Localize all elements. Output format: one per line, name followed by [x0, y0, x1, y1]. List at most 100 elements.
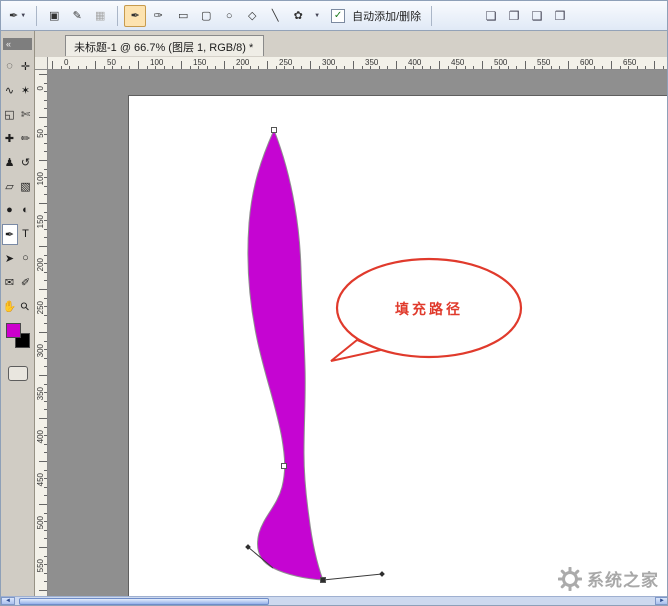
ruler-tick [44, 323, 47, 325]
ruler-tick [44, 564, 47, 566]
ruler-tick [44, 581, 47, 583]
blur-tool[interactable]: ● [2, 200, 18, 221]
brush-tool[interactable]: ✏ [18, 128, 34, 149]
rectangular-marquee-tool[interactable]: ◌ [2, 56, 18, 77]
ruler-tick [44, 108, 47, 110]
rectangular-marquee-tool-icon: ◌ [6, 60, 13, 72]
ruler-tick [559, 66, 561, 69]
quick-mask-mode-button[interactable] [7, 366, 28, 381]
crop-tool[interactable]: ◱ [2, 104, 18, 125]
rounded-rectangle-tool-button[interactable]: ▢ [195, 5, 217, 27]
ruler-tick [249, 66, 251, 69]
pasteboard[interactable] [48, 70, 667, 598]
photoshop-window: ✒ ▼ ▣ ✎ ▦ ✒ ✑ ▭ ▢ ○ ◇ ╲ ✿ ▼ ✓ 自动添加/删除 ❏ ❐ ❑ ❒ 未标题-1… [0, 0, 668, 606]
polygon-tool-button[interactable]: ◇ [241, 5, 263, 27]
ellipse-shape-tool[interactable]: ○ [18, 248, 34, 269]
ruler-tick [662, 66, 664, 69]
lasso-tool[interactable]: ∿ [2, 80, 18, 101]
horizontal-ruler[interactable]: 0 50 100 150 200 250 300 350 400 450 500 550 600 650 [48, 57, 667, 70]
magic-wand-tool[interactable]: ✶ [18, 80, 34, 101]
vertical-ruler[interactable]: 0 50 100 150 200 250 300 350 400 450 500 550 [35, 70, 48, 598]
line-tool-button[interactable]: ╲ [264, 5, 286, 27]
hand-tool-icon: ✋ [2, 300, 17, 313]
ruler-number: 600 [580, 58, 594, 67]
ruler-tick [482, 61, 483, 69]
ruler-tick [44, 452, 47, 454]
custom-shape-tool-button[interactable]: ✿ [287, 5, 309, 27]
healing-brush-tool[interactable]: ✚ [2, 128, 18, 149]
canvas-page[interactable] [129, 96, 667, 598]
dodge-tool[interactable]: ◐ [18, 200, 34, 221]
pen-icon: ✒ [9, 10, 19, 22]
subtract-path-area-button[interactable]: ❐ [503, 5, 525, 27]
shape-layers-button[interactable]: ▣ [43, 5, 65, 27]
eyedropper-tool[interactable]: ✐ [18, 272, 34, 293]
ruler-tick [44, 469, 47, 471]
ruler-tick [215, 66, 217, 69]
toolbox-tools: ◌ ✛ ∿ ✶ ◱ ✄ ✚ ✏ ♟ ↺ ▱ ▧ ● ◐ ✒ T ➤ ○ ✉ ✐ ✋ ⚲ [1, 54, 34, 318]
shape-button-group: ▭ ▢ ○ ◇ ╲ ✿ [172, 5, 309, 27]
move-tool[interactable]: ✛ [18, 56, 34, 77]
scroll-left-arrow[interactable]: ◄ [1, 597, 15, 605]
ruler-tick [146, 66, 148, 69]
ruler-number: 500 [36, 516, 45, 530]
hand-tool[interactable]: ✋ [2, 296, 18, 317]
ruler-tick [138, 61, 139, 69]
ruler-tick [585, 66, 587, 69]
ruler-tick [593, 66, 595, 69]
ruler-tick [275, 66, 277, 69]
ruler-tick [335, 66, 337, 69]
ruler-tick [430, 66, 432, 69]
ruler-number: 650 [623, 58, 637, 67]
ruler-tick [86, 66, 88, 69]
ruler-tick [636, 66, 638, 69]
ruler-number: 200 [236, 58, 250, 67]
ruler-tick [292, 66, 294, 69]
horizontal-scrollbar[interactable]: ◄ ► [1, 596, 667, 605]
zoom-tool[interactable]: ⚲ [18, 296, 34, 317]
ruler-tick [39, 289, 47, 290]
eraser-tool[interactable]: ▱ [2, 176, 18, 197]
ruler-tick [301, 66, 303, 69]
scroll-right-arrow[interactable]: ► [655, 597, 667, 605]
ruler-corner [35, 57, 48, 70]
ruler-number: 200 [36, 258, 45, 272]
exclude-path-area-button[interactable]: ❒ [549, 5, 571, 27]
path-selection-tool[interactable]: ➤ [2, 248, 18, 269]
path-ops-group: ❏ ❐ ❑ ❒ [480, 5, 571, 27]
ruler-number: 100 [150, 58, 164, 67]
ruler-tick [44, 495, 47, 497]
gradient-tool[interactable]: ▧ [18, 176, 34, 197]
freeform-pen-tool-button[interactable]: ✑ [147, 5, 169, 27]
ruler-number: 450 [451, 58, 465, 67]
clone-stamp-tool[interactable]: ♟ [2, 152, 18, 173]
add-path-area-button[interactable]: ❏ [480, 5, 502, 27]
pen-tool[interactable]: ✒ [1, 223, 18, 245]
ruler-tick [44, 357, 47, 359]
paths-button[interactable]: ✎ [66, 5, 88, 27]
ruler-tick [39, 504, 47, 505]
toolbox-collapse-header[interactable]: « [3, 38, 32, 50]
ruler-tick [516, 66, 518, 69]
ruler-tick [39, 332, 47, 333]
ruler-tick [645, 66, 647, 69]
dodge-tool-icon: ◐ [22, 204, 29, 216]
ruler-tick [44, 185, 47, 187]
pen-tool-button[interactable]: ✒ [124, 4, 147, 27]
auto-add-delete-checkbox[interactable]: ✓ [331, 8, 346, 23]
ruler-tick [44, 383, 47, 385]
ellipse-tool-button[interactable]: ○ [218, 5, 240, 27]
document-tab[interactable]: 未标题-1 @ 66.7% (图层 1, RGB/8) * [65, 35, 265, 56]
intersect-path-area-button[interactable]: ❑ [526, 5, 548, 27]
fill-pixels-button[interactable]: ▦ [89, 5, 111, 27]
slice-tool[interactable]: ✄ [18, 104, 34, 125]
shapes-dropdown-arrow[interactable]: ▼ [314, 13, 320, 19]
history-brush-tool[interactable]: ↺ [18, 152, 34, 173]
type-tool[interactable]: T [18, 224, 34, 245]
watermark-text: 系统之家 [587, 571, 659, 590]
scrollbar-thumb[interactable] [19, 598, 269, 605]
rectangle-tool-button[interactable]: ▭ [172, 5, 194, 27]
tool-preset-picker[interactable]: ✒ ▼ [5, 4, 30, 28]
notes-tool[interactable]: ✉ [2, 272, 18, 293]
foreground-color-swatch[interactable] [6, 323, 21, 338]
